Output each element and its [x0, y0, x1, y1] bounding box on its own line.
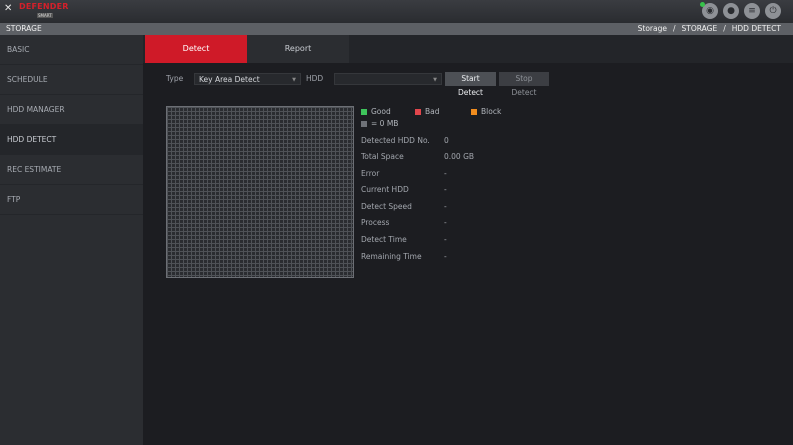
sidebar-item-rec-estimate[interactable]: REC ESTIMATE	[0, 155, 143, 185]
sidebar-item-hdd-detect[interactable]: HDD DETECT	[0, 125, 143, 155]
breadcrumb-item[interactable]: Storage	[638, 24, 667, 33]
legend-good-label: Good	[371, 107, 391, 116]
logo-mark-icon: ✕	[4, 3, 13, 14]
legend-bad-label: Bad	[425, 107, 440, 116]
info-label-detected-hdd-no: Detected HDD No.	[361, 136, 430, 145]
title-bar: STORAGE Storage / STORAGE / HDD DETECT	[0, 23, 793, 35]
type-select[interactable]: Key Area Detect ▼	[194, 73, 301, 85]
info-label-total-space: Total Space	[361, 152, 404, 161]
tab-bar: Detect Report	[143, 35, 793, 63]
top-bar: ✕ DEFENDER SMART ◉ ● ≡ ⏻	[0, 0, 793, 23]
info-label-detect-time: Detect Time	[361, 235, 407, 244]
status-dot	[700, 2, 705, 7]
info-label-process: Process	[361, 218, 390, 227]
sidebar: BASIC SCHEDULE HDD MANAGER HDD DETECT RE…	[0, 35, 143, 445]
chevron-down-icon: ▼	[433, 77, 437, 83]
info-label-error: Error	[361, 169, 380, 178]
breadcrumb-separator: /	[723, 24, 726, 33]
legend-block: Block	[471, 107, 501, 116]
info-value-remaining-time: -	[444, 252, 447, 261]
breadcrumb-item[interactable]: STORAGE	[682, 24, 718, 33]
info-value-detected-hdd-no: 0	[444, 136, 449, 145]
menu-icon[interactable]: ≡	[744, 3, 760, 19]
user-icon[interactable]: ●	[723, 3, 739, 19]
stop-detect-button[interactable]: Stop Detect	[499, 72, 549, 97]
info-value-current-hdd: -	[444, 185, 447, 194]
info-value-detect-time: -	[444, 235, 447, 244]
info-label-remaining-time: Remaining Time	[361, 252, 422, 261]
start-detect-button[interactable]: Start Detect	[445, 72, 496, 97]
breadcrumb-item-current: HDD DETECT	[731, 24, 781, 33]
info-label-detect-speed: Detect Speed	[361, 202, 412, 211]
sidebar-item-hdd-manager[interactable]: HDD MANAGER	[0, 95, 143, 125]
chevron-down-icon: ▼	[292, 77, 296, 83]
hdd-label: HDD	[306, 74, 324, 83]
type-select-value: Key Area Detect	[199, 75, 260, 84]
block-swatch	[471, 108, 477, 115]
info-value-process: -	[444, 218, 447, 227]
legend-good: Good	[361, 107, 391, 116]
top-icons: ◉ ● ≡ ⏻	[700, 2, 781, 19]
legend-unit: = 0 MB	[361, 119, 398, 128]
sidebar-item-basic[interactable]: BASIC	[0, 35, 143, 65]
sidebar-item-ftp[interactable]: FTP	[0, 185, 143, 215]
eye-icon[interactable]: ◉	[700, 2, 718, 19]
type-label: Type	[166, 74, 184, 83]
hdd-select[interactable]: ▼	[334, 73, 442, 85]
legend-block-label: Block	[481, 107, 502, 116]
unit-swatch	[361, 120, 367, 127]
logo-text: DEFENDER	[19, 2, 69, 11]
bad-swatch	[415, 108, 421, 115]
detect-block-grid	[166, 106, 354, 278]
breadcrumb-separator: /	[673, 24, 676, 33]
info-value-total-space: 0.00 GB	[444, 152, 475, 161]
page-title: STORAGE	[6, 24, 42, 33]
tab-detect[interactable]: Detect	[145, 35, 247, 63]
info-value-error: -	[444, 169, 447, 178]
breadcrumb: Storage / STORAGE / HDD DETECT	[635, 23, 784, 35]
legend-bad: Bad	[415, 107, 440, 116]
logo-sub: SMART	[37, 13, 53, 18]
sidebar-item-schedule[interactable]: SCHEDULE	[0, 65, 143, 95]
logo: ✕ DEFENDER SMART	[4, 2, 68, 20]
tab-report[interactable]: Report	[247, 35, 349, 63]
good-swatch	[361, 108, 367, 115]
power-icon[interactable]: ⏻	[765, 3, 781, 19]
info-label-current-hdd: Current HDD	[361, 185, 409, 194]
info-value-detect-speed: -	[444, 202, 447, 211]
legend-unit-label: = 0 MB	[371, 119, 399, 128]
